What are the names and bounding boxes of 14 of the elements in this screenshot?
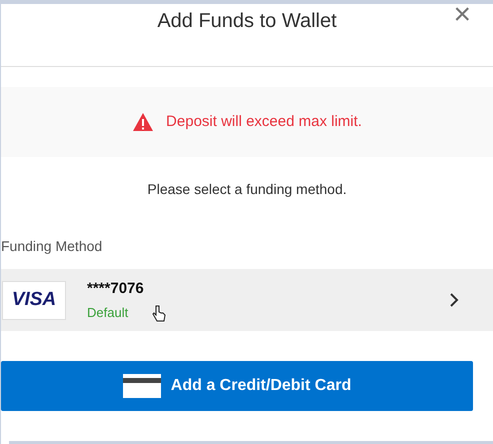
dialog-title: Add Funds to Wallet bbox=[157, 9, 337, 32]
section-heading: Funding Method bbox=[1, 237, 102, 256]
add-card-button[interactable]: Add a Credit/Debit Card bbox=[1, 361, 473, 411]
warning-icon bbox=[132, 112, 154, 132]
card-status: Default bbox=[87, 304, 130, 322]
hand-cursor-icon bbox=[152, 305, 166, 323]
chevron-right-icon bbox=[449, 292, 459, 308]
card-row[interactable]: VISA ****7076 Default bbox=[1, 269, 493, 331]
card-number: ****7076 bbox=[87, 279, 144, 299]
credit-card-icon bbox=[122, 374, 161, 398]
close-button[interactable]: × bbox=[453, 0, 471, 30]
instruction-text: Please select a funding method. bbox=[147, 180, 347, 199]
card-logo: VISA bbox=[2, 280, 66, 320]
alert-message: Deposit will exceed max limit. bbox=[166, 112, 362, 132]
